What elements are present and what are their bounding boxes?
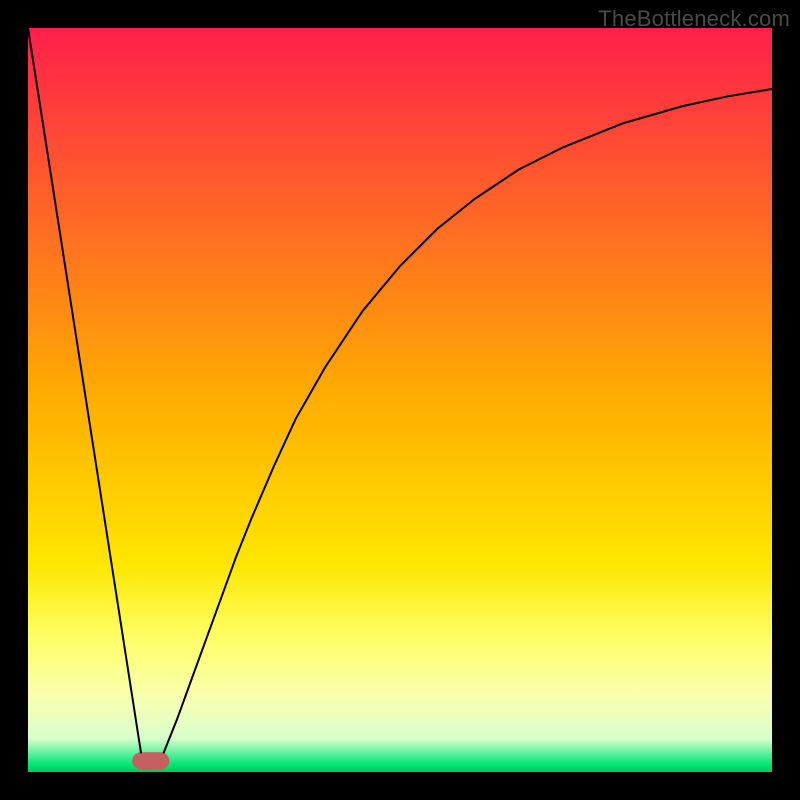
chart-svg <box>28 28 772 772</box>
chart-frame: TheBottleneck.com <box>0 0 800 800</box>
bottleneck-marker <box>132 752 169 769</box>
gradient-background <box>28 28 772 772</box>
plot-area <box>28 28 772 772</box>
